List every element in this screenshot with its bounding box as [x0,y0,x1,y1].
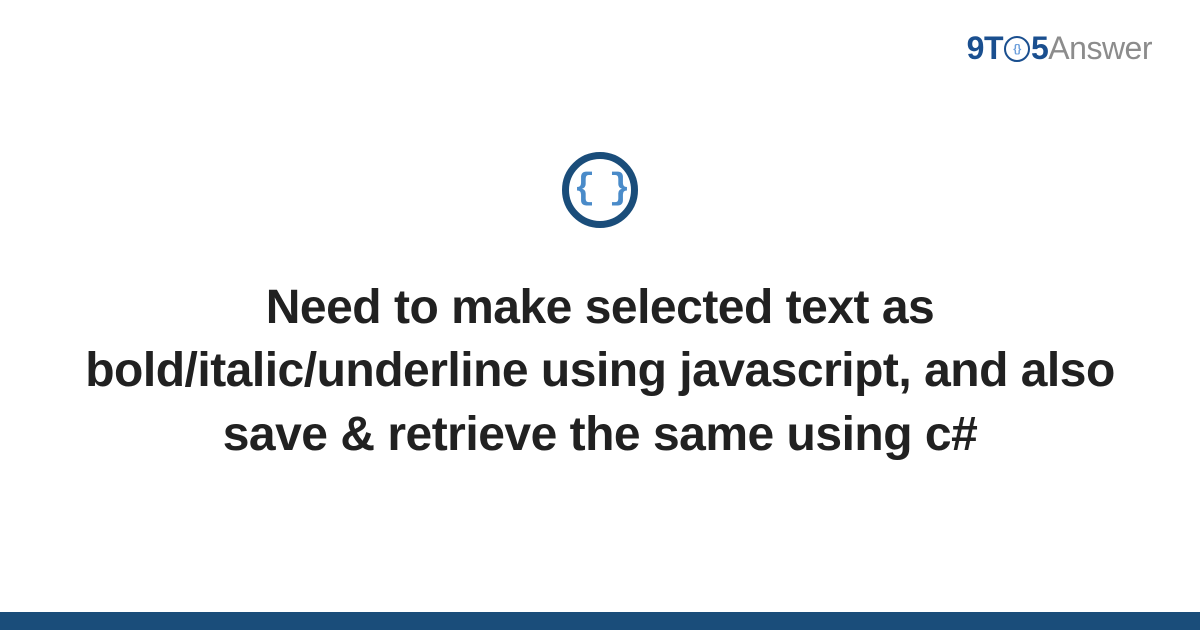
site-logo: 9T {} 5Answer [967,30,1152,67]
logo-nine: 9 [967,30,984,66]
logo-o-icon: {} [1004,36,1030,62]
circle-ring-icon: { } [562,152,638,228]
code-braces-icon: { } [574,171,627,207]
logo-braces-icon: {} [1013,43,1021,55]
question-title: Need to make selected text as bold/itali… [70,276,1130,466]
category-icon: { } [562,152,638,228]
logo-five: 5 [1031,30,1048,66]
logo-answer: Answer [1048,30,1152,66]
footer-bar [0,612,1200,630]
logo-t: T [984,30,1003,66]
